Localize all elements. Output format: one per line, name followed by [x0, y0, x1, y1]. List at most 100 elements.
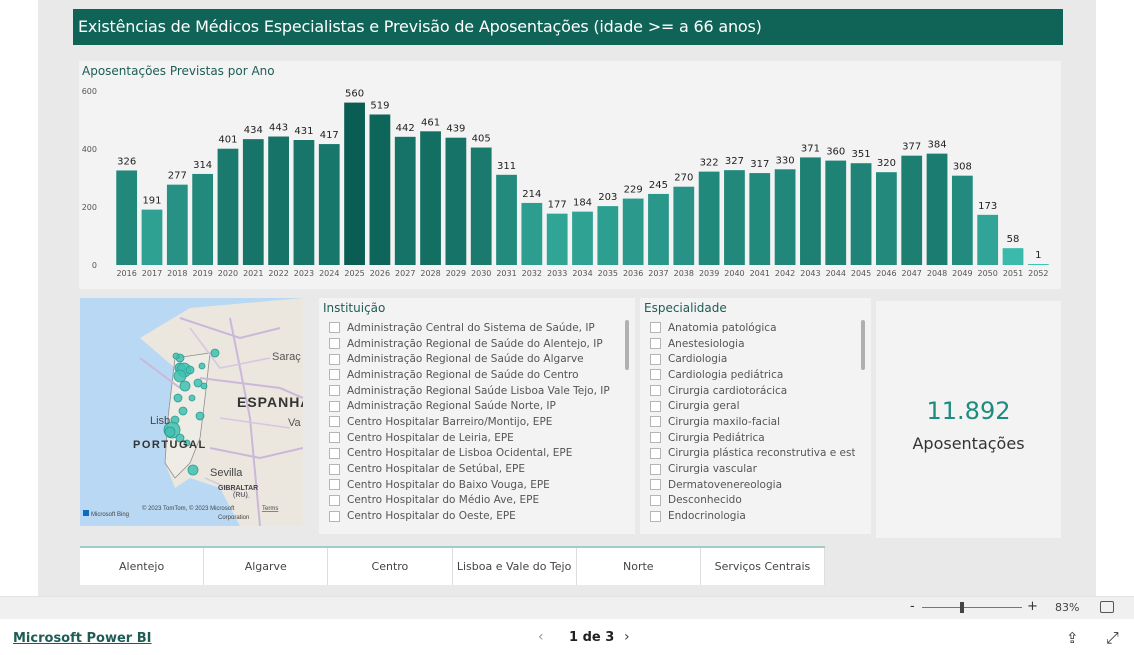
institution-item[interactable]: Centro Hospitalar do Médio Ave, EPE	[329, 493, 619, 509]
bar[interactable]	[648, 193, 669, 265]
bar[interactable]	[242, 139, 264, 265]
institution-item[interactable]: Centro Hospitalar de Leiria, EPE	[329, 430, 619, 446]
institution-item[interactable]: Administração Regional Saúde Lisboa Vale…	[329, 383, 619, 399]
specialty-list[interactable]: Anatomia patológica Anestesiologia Cardiol…	[650, 320, 855, 532]
specialty-item[interactable]: Cirurgia Pediátrica	[650, 430, 855, 446]
institution-item[interactable]: Administração Regional de Saúde do Alent…	[329, 336, 619, 352]
region-button-algarve[interactable]: Algarve	[204, 548, 329, 585]
bar[interactable]	[521, 202, 543, 265]
bar[interactable]	[496, 174, 517, 265]
zoom-in-button[interactable]: +	[1027, 599, 1038, 614]
specialty-item[interactable]: Cirurgia cardiotorácica	[650, 383, 855, 399]
bar[interactable]	[749, 173, 771, 265]
institution-scrollbar[interactable]	[625, 320, 629, 370]
zoom-slider-thumb[interactable]	[960, 602, 964, 613]
bar[interactable]	[572, 211, 593, 265]
region-button-servicos-centrais[interactable]: Serviços Centrais	[700, 548, 826, 585]
specialty-scrollbar[interactable]	[861, 320, 865, 370]
bar[interactable]	[1002, 248, 1024, 265]
bar[interactable]	[445, 137, 467, 265]
institution-list[interactable]: Administração Central do Sistema de Saúd…	[329, 320, 619, 532]
bar[interactable]	[268, 136, 289, 265]
next-page-button[interactable]: ›	[624, 629, 630, 645]
bar[interactable]	[876, 172, 897, 265]
bar[interactable]	[774, 169, 796, 265]
checkbox[interactable]	[650, 416, 661, 428]
institution-item[interactable]: Administração Regional de Saúde do Centr…	[329, 367, 619, 383]
checkbox[interactable]	[329, 353, 340, 365]
bar[interactable]	[166, 184, 188, 265]
institution-item[interactable]: Centro Hospitalar de Lisboa Ocidental, E…	[329, 446, 619, 462]
checkbox[interactable]	[650, 479, 661, 491]
bar[interactable]	[673, 186, 695, 265]
checkbox[interactable]	[329, 463, 340, 475]
checkbox[interactable]	[329, 432, 340, 444]
bar[interactable]	[926, 153, 948, 265]
bar[interactable]	[825, 160, 847, 265]
checkbox[interactable]	[329, 510, 340, 522]
checkbox[interactable]	[329, 416, 340, 428]
specialty-item[interactable]: Cirurgia vascular	[650, 461, 855, 477]
bar[interactable]	[546, 213, 568, 265]
bar[interactable]	[1027, 264, 1049, 265]
checkbox[interactable]	[650, 338, 661, 350]
region-button-norte[interactable]: Norte	[576, 548, 701, 585]
bar[interactable]	[394, 136, 416, 265]
institution-item[interactable]: Centro Hospitalar Barreiro/Montijo, EPE	[329, 414, 619, 430]
specialty-item[interactable]: Endocrinologia	[650, 508, 855, 524]
checkbox[interactable]	[650, 494, 661, 506]
checkbox[interactable]	[650, 322, 661, 334]
map-visual[interactable]: Saraç ESPANHA Va Lisb PORTUGAL Sevilla G…	[80, 298, 303, 526]
institution-item[interactable]: Administração Regional de Saúde do Algar…	[329, 351, 619, 367]
share-icon[interactable]: ⇪	[1066, 629, 1079, 647]
checkbox[interactable]	[329, 385, 340, 397]
checkbox[interactable]	[650, 447, 661, 459]
bar[interactable]	[470, 147, 492, 265]
institution-item[interactable]: Administração Regional Saúde Norte, IP	[329, 398, 619, 414]
specialty-slicer[interactable]: Especialidade Anatomia patológica Anestes…	[640, 298, 871, 534]
bar[interactable]	[192, 173, 214, 265]
bar[interactable]	[977, 214, 999, 265]
region-button-slicer[interactable]: Alentejo Algarve Centro Lisboa e Vale do…	[80, 546, 826, 585]
bar[interactable]	[369, 114, 391, 265]
zoom-out-button[interactable]: -	[910, 599, 915, 614]
bar-chart-panel[interactable]: 0 200 400 600 326 2016 191 2017 277 2018 314 2019 40…	[79, 61, 1061, 289]
checkbox[interactable]	[650, 463, 661, 475]
region-button-centro[interactable]: Centro	[328, 548, 453, 585]
map-terms-link[interactable]: Terms	[262, 506, 278, 512]
specialty-item[interactable]: Cirurgia geral	[650, 398, 855, 414]
checkbox[interactable]	[650, 432, 661, 444]
checkbox[interactable]	[329, 369, 340, 381]
checkbox[interactable]	[650, 353, 661, 365]
checkbox[interactable]	[329, 494, 340, 506]
bar[interactable]	[698, 171, 720, 265]
institution-slicer[interactable]: Instituição Administração Central do Sis…	[319, 298, 635, 534]
region-button-alentejo[interactable]: Alentejo	[80, 548, 205, 585]
checkbox[interactable]	[650, 385, 661, 397]
bar[interactable]	[850, 163, 872, 265]
checkbox[interactable]	[329, 338, 340, 350]
specialty-item[interactable]: Anestesiologia	[650, 336, 855, 352]
bar[interactable]	[420, 131, 441, 265]
bar[interactable]	[597, 206, 619, 265]
bar[interactable]	[800, 157, 821, 265]
checkbox[interactable]	[650, 369, 661, 381]
bar[interactable]	[318, 144, 340, 265]
bar[interactable]	[951, 175, 973, 265]
institution-item[interactable]: Centro Hospitalar de Setúbal, EPE	[329, 461, 619, 477]
bar-chart[interactable]: 0 200 400 600 326 2016 191 2017 277 2018 314 2019 40…	[79, 61, 1061, 289]
bar[interactable]	[901, 155, 923, 265]
checkbox[interactable]	[329, 479, 340, 491]
bar[interactable]	[724, 170, 745, 265]
checkbox[interactable]	[329, 322, 340, 334]
zoom-slider-track[interactable]	[922, 607, 1022, 608]
checkbox[interactable]	[650, 400, 661, 412]
bar[interactable]	[344, 102, 365, 265]
institution-item[interactable]: Administração Central do Sistema de Saúd…	[329, 320, 619, 336]
region-button-lisboa-vale-tejo[interactable]: Lisboa e Vale do Tejo	[452, 548, 577, 585]
bar[interactable]	[622, 198, 644, 265]
specialty-item[interactable]: Dermatovenereologia	[650, 477, 855, 493]
bar[interactable]	[293, 140, 315, 265]
specialty-item[interactable]: Cardiologia	[650, 351, 855, 367]
expand-icon[interactable]: ⤢	[1106, 628, 1119, 648]
